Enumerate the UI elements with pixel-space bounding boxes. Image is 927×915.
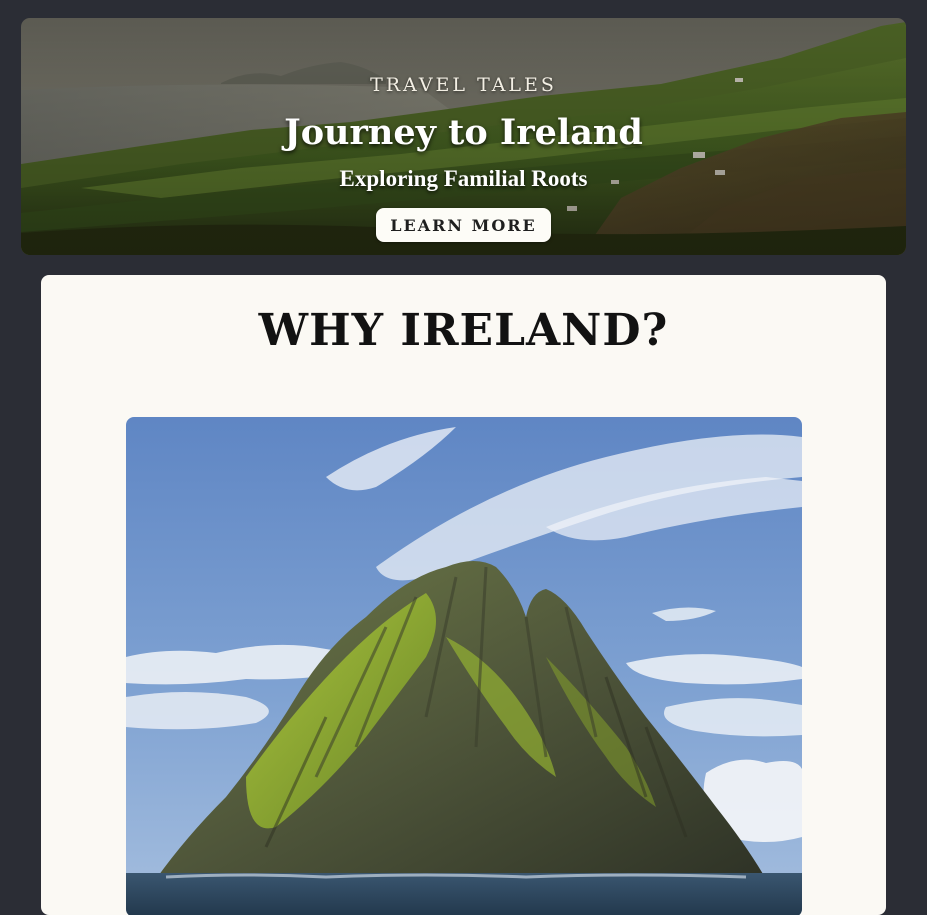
- section-heading: WHY IRELAND?: [258, 305, 669, 356]
- island-illustration: [126, 417, 802, 915]
- hero-subtitle: Exploring Familial Roots: [339, 166, 588, 191]
- hero-title: Journey to Ireland: [284, 112, 643, 153]
- learn-more-button[interactable]: LEARN MORE: [376, 208, 551, 242]
- hero-eyebrow: TRAVEL TALES: [370, 74, 557, 96]
- skellig-island-photo: [126, 417, 802, 915]
- hero-content: TRAVEL TALES Journey to Ireland Explorin…: [21, 18, 906, 255]
- why-ireland-card: WHY IRELAND?: [41, 275, 886, 915]
- hero-banner: TRAVEL TALES Journey to Ireland Explorin…: [21, 18, 906, 255]
